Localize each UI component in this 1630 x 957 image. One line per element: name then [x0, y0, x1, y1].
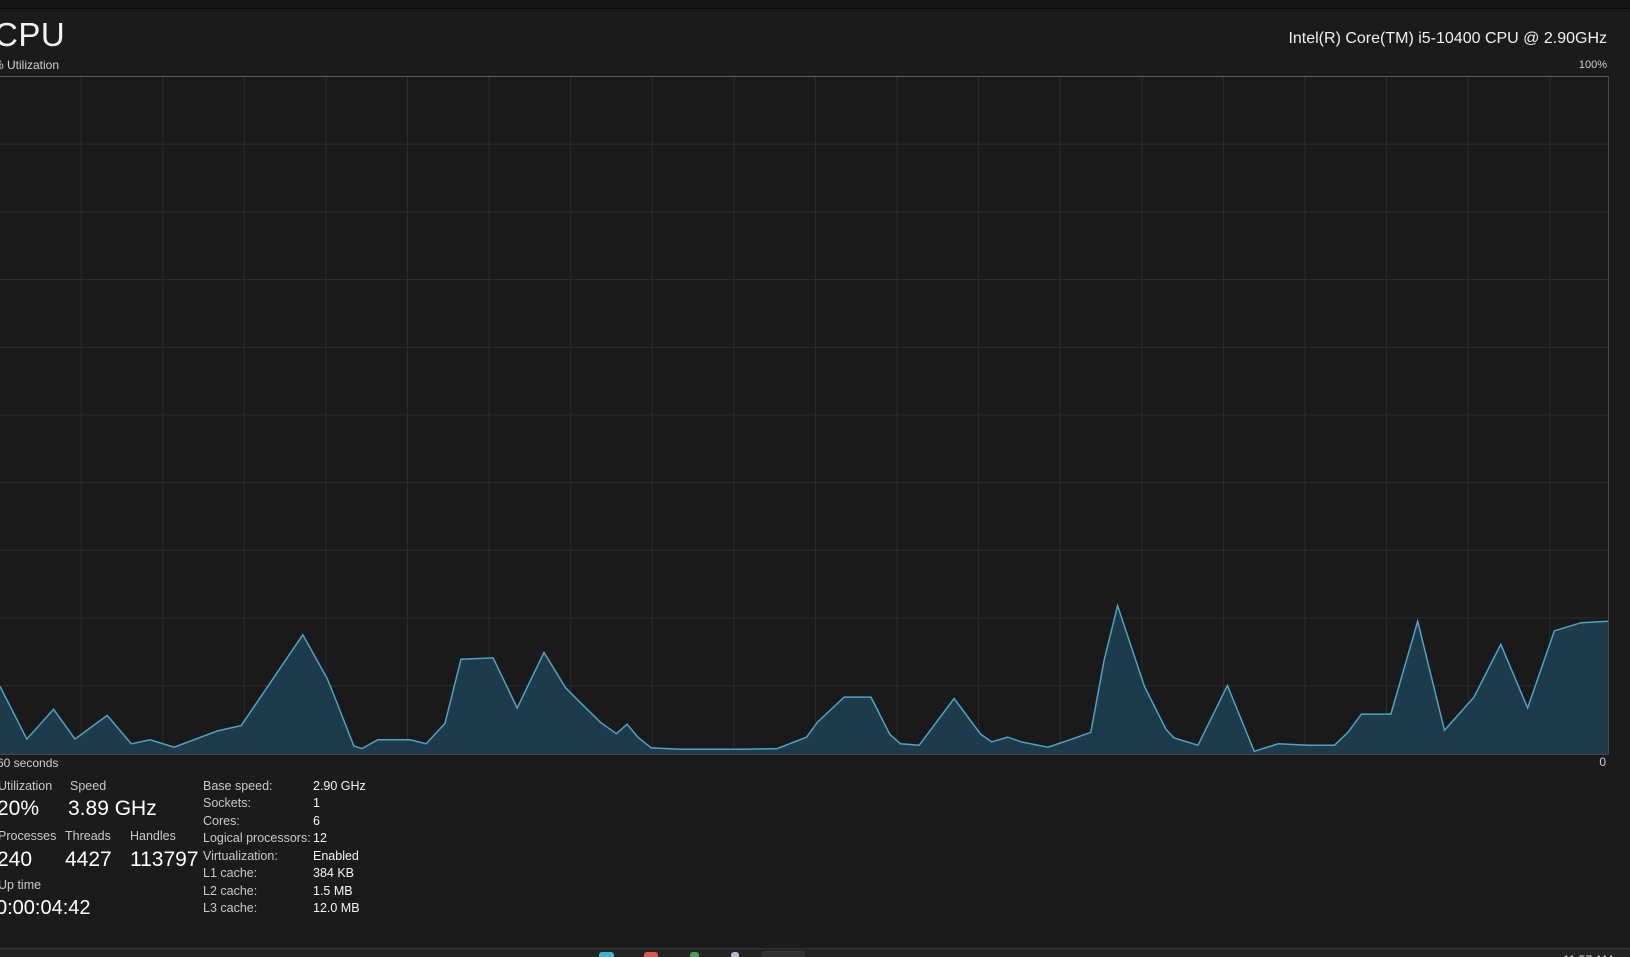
kv-value-l1-cache: 384 KB: [313, 866, 355, 880]
stat-label-uptime: Up time: [0, 878, 42, 892]
stat-value-speed: 3.89 GHz: [68, 797, 157, 820]
taskbar-clock[interactable]: 11:57 AM: [1563, 953, 1613, 957]
kv-label-l1-cache: L1 cache:: [203, 866, 258, 880]
page-title: CPU: [0, 16, 66, 53]
stat-label-handles: Handles: [130, 829, 176, 843]
taskbar-icon-red[interactable]: [644, 952, 658, 957]
kv-label-sockets: Sockets:: [203, 796, 251, 810]
kv-value-sockets: 1: [313, 796, 320, 810]
stat-label-speed: Speed: [70, 779, 107, 793]
kv-label-base-speed: Base speed:: [203, 779, 273, 793]
cpu-usage-area-series: [0, 603, 1608, 754]
kv-value-l3-cache: 12.0 MB: [313, 901, 360, 915]
kv-value-base-speed: 2.90 GHz: [313, 779, 366, 793]
taskbar-icon-green[interactable]: [690, 952, 699, 957]
taskbar-icon-teal[interactable]: [599, 952, 614, 957]
windows-taskbar[interactable]: 11:57 AM: [0, 948, 1630, 957]
kv-label-l2-cache: L2 cache:: [203, 884, 258, 898]
y-axis-label: % Utilization: [0, 58, 60, 72]
stat-value-threads: 4427: [65, 848, 112, 871]
cpu-model-name: Intel(R) Core(TM) i5-10400 CPU @ 2.90GHz: [1288, 30, 1607, 47]
taskbar-icon-lavender[interactable]: [731, 952, 739, 957]
usage-area-fill: [0, 605, 1608, 754]
stat-label-utilization: Utilization: [0, 779, 53, 793]
kv-label-cores: Cores:: [203, 814, 240, 828]
taskbar-active-app-button[interactable]: [762, 951, 805, 957]
kv-value-l2-cache: 1.5 MB: [313, 884, 353, 898]
stat-value-handles: 113797: [130, 848, 199, 871]
kv-label-l3-cache: L3 cache:: [203, 901, 258, 915]
kv-label-logical-processors: Logical processors:: [203, 831, 311, 845]
x-axis-left-tick: 60 seconds: [0, 756, 59, 770]
task-manager-cpu-performance-page: CPU Intel(R) Core(TM) i5-10400 CPU @ 2.9…: [0, 0, 1630, 957]
kv-value-cores: 6: [313, 814, 320, 828]
y-axis-max-tick: 100%: [1578, 59, 1607, 71]
stat-label-processes: Processes: [0, 829, 57, 843]
kv-label-virtualization: Virtualization:: [203, 849, 278, 863]
stat-label-threads: Threads: [65, 829, 111, 843]
stat-value-utilization: 20%: [0, 797, 40, 820]
cpu-usage-chart[interactable]: [0, 76, 1609, 755]
stat-value-uptime: 0:00:04:42: [0, 897, 91, 919]
kv-value-logical-processors: 12: [313, 831, 327, 845]
x-axis-right-tick: 0: [1599, 755, 1606, 769]
kv-value-virtualization: Enabled: [313, 849, 359, 863]
window-top-edge: [0, 0, 1630, 9]
stat-value-processes: 240: [0, 848, 33, 871]
